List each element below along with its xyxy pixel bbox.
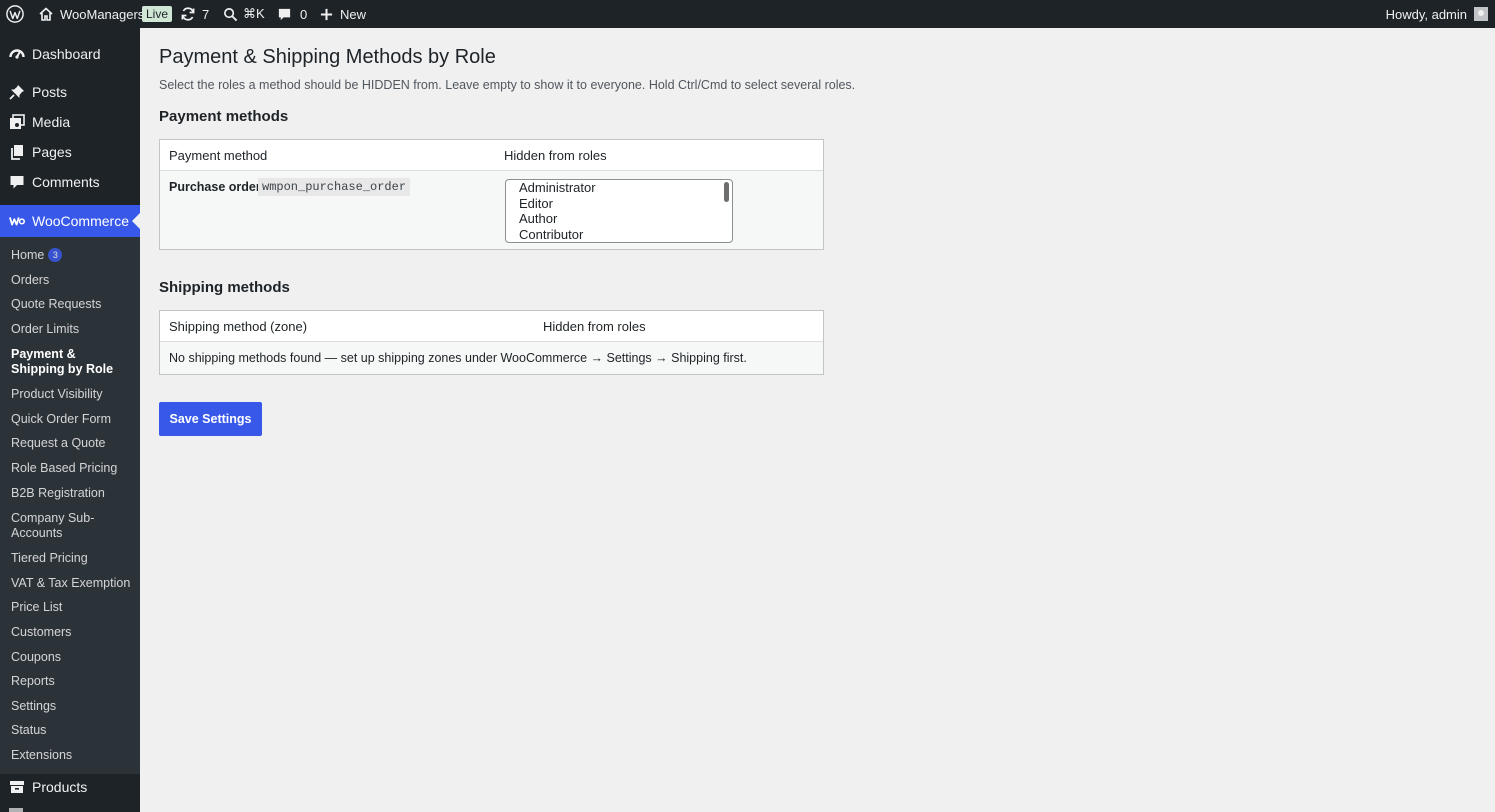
menu-media[interactable]: Media xyxy=(0,107,140,137)
col-hidden-from-roles: Hidden from roles xyxy=(504,148,607,163)
admin-sidebar: Dashboard Posts Media Pages Comments Woo… xyxy=(0,28,140,812)
submenu-role-based-pricing[interactable]: Role Based Pricing xyxy=(11,461,131,476)
updates-link[interactable]: 7 xyxy=(180,0,209,28)
site-name-link[interactable]: WooManagers xyxy=(38,0,144,28)
submenu-company-sub-accounts[interactable]: Company Sub-Accounts xyxy=(11,511,131,541)
shipping-methods-table: Shipping method (zone) Hidden from roles… xyxy=(159,310,824,375)
col-shipping-method: Shipping method (zone) xyxy=(169,319,308,334)
comments-link[interactable]: 0 xyxy=(277,0,307,28)
admin-bar: WooManagers Live 7 ⌘K 0 New Howdy, admin xyxy=(0,0,1495,28)
menu-comments[interactable]: Comments xyxy=(0,167,140,197)
live-status-badge: Live xyxy=(142,0,173,28)
empty-state-message: No shipping methods found — set up shipp… xyxy=(169,351,747,365)
submenu-quote-requests[interactable]: Quote Requests xyxy=(11,297,131,312)
pages-icon xyxy=(9,144,25,160)
submenu-price-list[interactable]: Price List xyxy=(11,600,131,615)
submenu-vat-tax-exemption[interactable]: VAT & Tax Exemption xyxy=(11,576,131,591)
page-description: Select the roles a method should be HIDD… xyxy=(159,78,856,92)
col-payment-method: Payment method xyxy=(169,148,268,163)
menu-label: Pages xyxy=(32,144,72,160)
menu-pages[interactable]: Pages xyxy=(0,137,140,167)
command-search-link[interactable]: ⌘K xyxy=(223,0,265,28)
menu-products[interactable]: Products xyxy=(0,772,140,802)
submenu-order-limits[interactable]: Order Limits xyxy=(11,322,131,337)
avatar xyxy=(1474,7,1488,21)
howdy-text: Howdy, admin xyxy=(1385,6,1467,22)
menu-label: Posts xyxy=(32,84,68,100)
submenu-coupons[interactable]: Coupons xyxy=(11,650,131,665)
search-icon xyxy=(223,7,238,22)
updates-count: 7 xyxy=(202,6,210,22)
select-scrollbar[interactable] xyxy=(724,182,729,202)
comment-icon xyxy=(277,7,292,22)
menu-label: Media xyxy=(32,114,71,130)
table-header: Payment method Hidden from roles xyxy=(160,140,823,171)
submenu-request-a-quote[interactable]: Request a Quote xyxy=(11,436,131,451)
next-menu-icon xyxy=(9,808,23,812)
submenu-b2b-registration[interactable]: B2B Registration xyxy=(11,486,131,501)
submenu-product-visibility[interactable]: Product Visibility xyxy=(11,387,131,402)
plus-icon xyxy=(320,8,333,21)
update-icon xyxy=(180,6,196,22)
page-title: Payment & Shipping Methods by Role xyxy=(159,46,496,68)
comments-count: 0 xyxy=(300,6,308,22)
submenu-status[interactable]: Status xyxy=(11,723,131,738)
comment-icon xyxy=(9,174,25,190)
woo-icon xyxy=(9,213,25,229)
search-shortcut: ⌘K xyxy=(243,6,265,21)
dashboard-icon xyxy=(9,46,25,62)
submenu-settings[interactable]: Settings xyxy=(11,699,131,714)
table-row: No shipping methods found — set up shipp… xyxy=(160,342,823,374)
submenu-quick-order-form[interactable]: Quick Order Form xyxy=(11,412,131,427)
menu-label: Comments xyxy=(32,174,100,190)
menu-dashboard[interactable]: Dashboard xyxy=(0,39,140,69)
role-option-editor[interactable]: Editor xyxy=(519,196,553,211)
table-header: Shipping method (zone) Hidden from roles xyxy=(160,311,823,342)
menu-woocommerce[interactable]: WooCommerce xyxy=(0,205,140,237)
new-content-link[interactable]: New xyxy=(320,0,366,28)
notification-badge: 3 xyxy=(48,248,63,262)
site-name: WooManagers xyxy=(60,6,145,22)
submenu-reports[interactable]: Reports xyxy=(11,674,131,689)
payment-methods-table: Payment method Hidden from roles Purchas… xyxy=(159,139,824,250)
archive-icon xyxy=(9,779,25,795)
submenu-payment-shipping-by-role[interactable]: Payment & Shipping by Role xyxy=(11,347,131,377)
method-name: Purchase order xyxy=(169,180,261,194)
woocommerce-submenu: Home 3 Orders Quote Requests Order Limits… xyxy=(0,237,140,774)
save-settings-button[interactable]: Save Settings xyxy=(159,402,262,436)
hidden-roles-multiselect[interactable]: Administrator Editor Author Contributor xyxy=(505,179,733,243)
col-hidden-from-roles: Hidden from roles xyxy=(543,319,646,334)
menu-label: Dashboard xyxy=(32,46,101,62)
shipping-methods-heading: Shipping methods xyxy=(159,279,290,296)
submenu-tiered-pricing[interactable]: Tiered Pricing xyxy=(11,551,131,566)
home-icon xyxy=(38,6,54,22)
menu-posts[interactable]: Posts xyxy=(0,77,140,107)
pin-icon xyxy=(9,84,25,100)
role-option-administrator[interactable]: Administrator xyxy=(519,180,596,195)
method-slug: wmpon_purchase_order xyxy=(258,178,411,196)
wordpress-logo-icon[interactable] xyxy=(6,0,24,28)
media-icon xyxy=(9,114,25,130)
menu-label: WooCommerce xyxy=(32,213,129,229)
submenu-customers[interactable]: Customers xyxy=(11,625,131,640)
account-menu[interactable]: Howdy, admin xyxy=(1386,0,1488,28)
new-label: New xyxy=(340,6,367,22)
menu-label: Products xyxy=(32,779,88,795)
table-row: Purchase order wmpon_purchase_order Admi… xyxy=(160,171,823,249)
submenu-orders[interactable]: Orders xyxy=(11,273,131,288)
submenu-extensions[interactable]: Extensions xyxy=(11,748,131,763)
payment-methods-heading: Payment methods xyxy=(159,108,289,125)
submenu-home[interactable]: Home 3 xyxy=(11,248,131,263)
role-option-author[interactable]: Author xyxy=(519,211,557,226)
role-option-contributor[interactable]: Contributor xyxy=(519,227,583,242)
